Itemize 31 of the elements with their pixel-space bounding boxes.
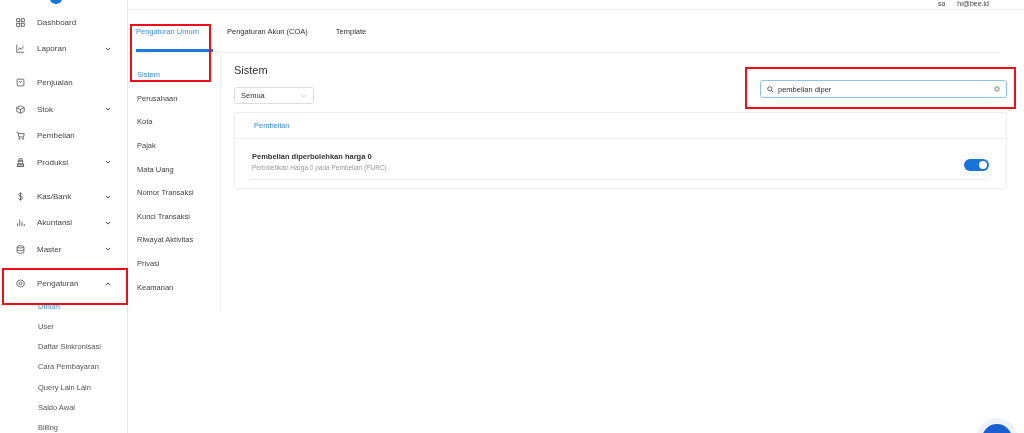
grid-icon [16,17,25,27]
chevron-icon [300,93,307,98]
sidebar-item[interactable]: Kas/Bank [0,183,127,210]
chevron-icon [105,107,111,112]
database-icon [16,244,25,254]
dollar-icon [16,192,25,202]
sidebar-item[interactable]: Pengaturan [0,270,127,297]
cart-icon [16,131,25,141]
sidebar-item[interactable]: Dashboard [0,9,127,36]
chevron-icon [105,281,111,286]
chevron-icon [105,194,111,199]
bar-chart-icon [16,218,25,228]
sidebar-item[interactable]: Pembelian [0,122,127,149]
line-chart-icon [16,44,25,54]
sidebar-item[interactable]: Penjualan [0,69,127,97]
toggle-switch[interactable] [964,158,989,171]
receipt-icon [16,78,25,88]
sidebar-item[interactable]: Akuntansi [0,209,127,237]
settings-icon [16,279,25,289]
sidebar-item[interactable]: Produksi [0,148,127,176]
box-icon [16,104,25,114]
sidebar-item[interactable]: Laporan [0,35,127,62]
search-icon [767,85,774,93]
chevron-icon [105,220,111,225]
sidebar-item[interactable]: Master [0,236,127,263]
chevron-icon [105,46,111,51]
section-title: Sistem [234,63,269,78]
chevron-icon [105,160,111,165]
factory-icon [16,157,25,167]
sidebar-item[interactable]: Stok [0,96,127,123]
chevron-icon [105,247,111,252]
